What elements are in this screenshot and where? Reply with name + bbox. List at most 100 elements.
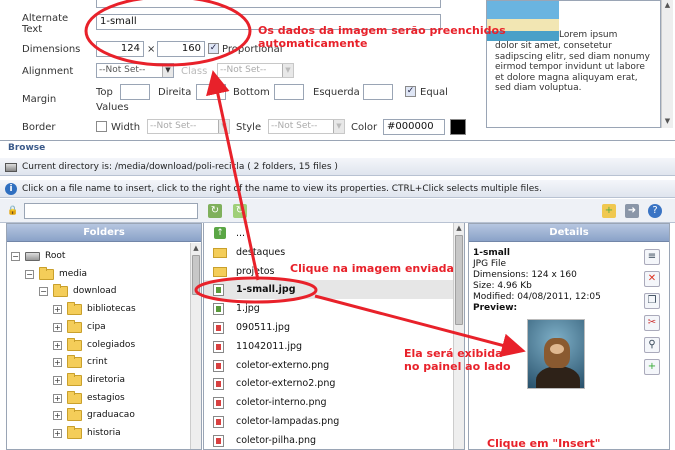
preview-image-face — [550, 344, 564, 354]
file-list-item[interactable]: 1-small.jpg — [204, 280, 454, 300]
details-text: 1-small JPG File Dimensions: 124 x 160 S… — [473, 248, 643, 314]
folder-icon — [67, 426, 82, 439]
border-checkbox[interactable] — [96, 121, 107, 132]
folder-tree-item[interactable]: + crint — [53, 354, 201, 371]
equal-values-checkbox[interactable]: ✓ — [405, 86, 416, 97]
preview-image — [527, 319, 585, 389]
folder-tree-item[interactable]: + estagios — [53, 390, 201, 407]
file-list-item[interactable]: coletor-externo2.png — [204, 374, 454, 393]
file-list-item[interactable]: 090511.jpg — [204, 318, 454, 337]
copy-icon[interactable]: ❐ — [644, 293, 660, 309]
class-select[interactable]: --Not Set-- ▼ — [217, 63, 294, 78]
margin-bottom-input[interactable] — [274, 84, 304, 100]
move-icon[interactable]: ➜ — [625, 204, 639, 218]
files-scrollbar[interactable]: ▲ — [453, 223, 464, 449]
margin-left-label: Esquerda — [313, 87, 360, 98]
folder-tree-item[interactable]: + graduacao — [53, 407, 201, 424]
folder-icon — [213, 266, 227, 277]
cut-icon[interactable]: ✂ — [644, 315, 660, 331]
proportional-checkbox[interactable]: ✓ — [208, 43, 219, 54]
folder-tree-item[interactable]: − download — [39, 283, 201, 300]
folder-tree-item[interactable]: + bibliotecas — [53, 301, 201, 318]
image-file-icon — [213, 434, 224, 447]
expand-icon[interactable]: + — [53, 375, 62, 385]
folder-tree-label: historia — [87, 428, 121, 438]
chevron-up-icon[interactable]: ▲ — [191, 243, 201, 253]
color-swatch-button[interactable] — [450, 119, 466, 135]
folder-icon — [67, 372, 82, 386]
equal-values-label: Equal — [420, 87, 448, 98]
image-file-icon — [213, 284, 224, 297]
border-style-label: Style — [236, 122, 262, 133]
scroll-thumb[interactable] — [192, 255, 200, 295]
zoom-icon[interactable]: ⚲ — [644, 337, 660, 353]
image-file-icon — [213, 416, 224, 428]
folder-tree-item[interactable]: + diretoria — [53, 372, 201, 389]
up-folder-icon: ↑ — [214, 227, 226, 239]
filter-input[interactable] — [24, 203, 198, 219]
image-file-icon — [213, 303, 224, 316]
folder-icon — [39, 266, 54, 280]
folder-tree-item[interactable]: − media — [25, 266, 195, 283]
expand-icon[interactable]: + — [53, 393, 62, 403]
details-header: Details — [469, 224, 669, 242]
top-cut-field[interactable] — [96, 0, 441, 8]
margin-left-input[interactable] — [363, 84, 393, 100]
expand-icon[interactable]: + — [53, 340, 62, 350]
alignment-value: --Not Set-- — [99, 65, 146, 75]
margin-right-input[interactable] — [196, 84, 226, 100]
new-file-icon[interactable]: + — [644, 359, 660, 375]
delete-icon[interactable]: ✕ — [644, 271, 660, 287]
margin-label: Margin — [22, 94, 57, 105]
scroll-thumb[interactable] — [455, 235, 463, 325]
folder-tree-item[interactable]: − Root — [11, 248, 181, 265]
file-list-item[interactable]: destaques — [204, 243, 454, 262]
alignment-select[interactable]: --Not Set-- ▼ — [96, 63, 174, 78]
file-list-item[interactable]: 1.jpg — [204, 299, 454, 318]
collapse-icon[interactable]: − — [11, 252, 20, 261]
folder-tree-item[interactable]: + historia — [53, 425, 201, 442]
margin-bottom-label: Bottom — [233, 87, 270, 98]
insert-icon[interactable]: ≡ — [644, 249, 660, 265]
border-width-select[interactable]: --Not Set-- ▼ — [147, 119, 230, 134]
folder-tree-label: bibliotecas — [87, 304, 136, 315]
folders-scrollbar[interactable]: ▲ — [190, 243, 201, 449]
margin-top-input[interactable] — [120, 84, 150, 100]
file-list-item[interactable]: coletor-lampadas.png — [204, 412, 454, 431]
preview-scrollbar[interactable]: ▲ ▼ — [661, 0, 673, 128]
folders-panel: Folders − Root − media − download + bibliotecas… — [6, 223, 202, 450]
chevron-up-icon[interactable]: ▲ — [454, 223, 464, 233]
expand-icon[interactable]: + — [53, 305, 62, 315]
server-icon — [5, 163, 17, 172]
folder-tree-item[interactable]: + cipa — [53, 319, 201, 336]
collapse-icon[interactable]: − — [25, 269, 34, 279]
file-list-item[interactable]: coletor-pilha.png — [204, 431, 454, 449]
sync-icon[interactable]: ↻ — [233, 204, 247, 218]
expand-icon[interactable]: + — [53, 429, 62, 438]
folder-tree-label: estagios — [87, 392, 125, 403]
help-icon[interactable]: ? — [648, 204, 662, 218]
file-list-item[interactable]: coletor-interno.png — [204, 393, 454, 412]
folder-tree-label: media — [59, 268, 88, 279]
details-preview-label: Preview: — [473, 303, 518, 313]
expand-icon[interactable]: + — [53, 411, 62, 421]
image-preview-box: Lorem ipsum dolor sit amet, consetetur s… — [486, 0, 661, 128]
browse-legend: Browse — [6, 143, 48, 153]
border-style-select[interactable]: --Not Set-- ▼ — [268, 119, 345, 134]
chevron-down-icon[interactable]: ▼ — [662, 116, 673, 127]
annotation-auto-fill-line2: automaticamente — [258, 37, 368, 50]
border-color-input[interactable]: #000000 — [383, 119, 445, 135]
expand-icon[interactable]: + — [53, 322, 62, 332]
current-directory-text: Current directory is: /media/download/po… — [22, 162, 338, 172]
height-input[interactable]: 160 — [157, 41, 205, 57]
chevron-up-icon[interactable]: ▲ — [662, 0, 673, 11]
new-folder-icon[interactable]: + — [602, 204, 616, 218]
file-list-item[interactable]: ↑... — [204, 224, 454, 243]
collapse-icon[interactable]: − — [39, 287, 48, 297]
expand-icon[interactable]: + — [53, 358, 62, 368]
refresh-icon[interactable]: ↻ — [208, 204, 222, 218]
annotation-click-image: Clique na imagem enviada — [290, 262, 454, 275]
folder-tree-item[interactable]: + colegiados — [53, 337, 201, 354]
equal-values-label-2: Values — [96, 102, 129, 113]
width-input[interactable]: 124 — [96, 41, 144, 57]
